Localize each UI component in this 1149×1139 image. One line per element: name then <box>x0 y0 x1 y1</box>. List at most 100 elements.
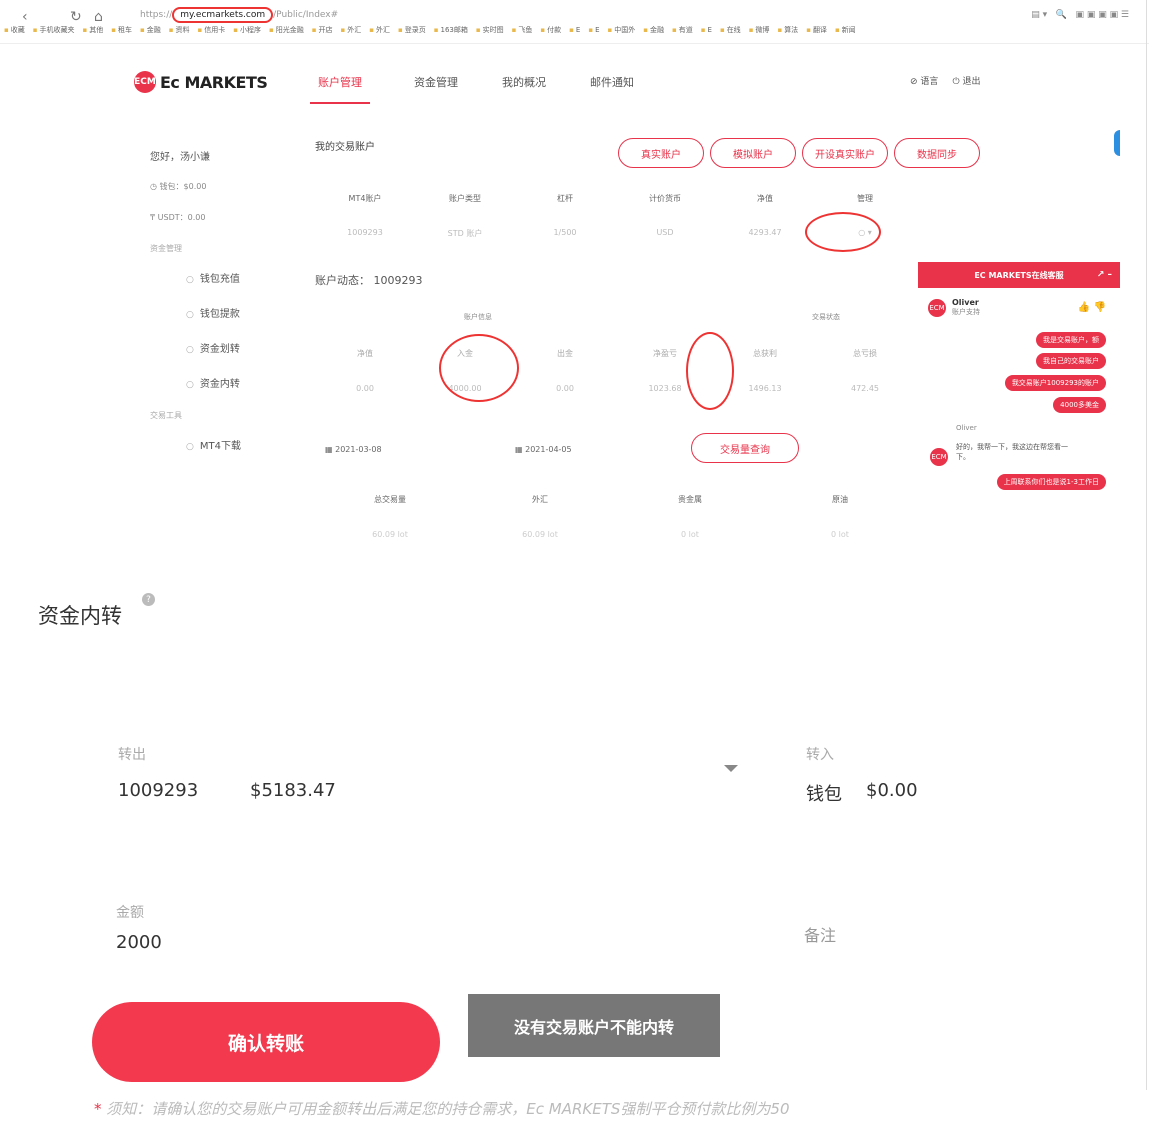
chat-message: 我自己的交易账户 <box>1036 353 1106 369</box>
group-trade-status: 交易状态 <box>812 313 840 321</box>
bookmark-item[interactable]: 租车 <box>111 26 132 34</box>
nav-email-notice[interactable]: 邮件通知 <box>590 74 634 104</box>
bookmark-item[interactable]: 实时图 <box>476 26 504 34</box>
annotation-circle <box>686 332 734 410</box>
chat-agent: ECM Oliver 账户支持 <box>928 298 980 317</box>
logout-button[interactable]: ⏻ 退出 <box>952 74 980 87</box>
bookmark-item[interactable]: 在线 <box>720 26 741 34</box>
account-equity: 4293.47 <box>748 228 782 237</box>
back-icon[interactable]: ‹ <box>22 8 28 26</box>
help-icon[interactable]: ? <box>142 593 155 606</box>
main-nav: 账户管理 资金管理 我的概况 邮件通知 <box>310 74 634 104</box>
from-account[interactable]: 1009293 <box>118 780 198 801</box>
from-amount: $5183.47 <box>250 780 336 801</box>
reload-icon[interactable]: ↻ <box>70 8 82 26</box>
bookmark-item[interactable]: 有道 <box>672 26 693 34</box>
bookmark-item[interactable]: 外汇 <box>369 26 390 34</box>
bookmark-item[interactable]: 阳光金融 <box>269 26 304 34</box>
bookmark-item[interactable]: 信用卡 <box>198 26 226 34</box>
bookmark-item[interactable]: 新闻 <box>835 26 856 34</box>
calendar-icon: ▦ <box>325 445 333 454</box>
chevron-down-icon[interactable] <box>724 765 738 772</box>
nav-account-management[interactable]: 账户管理 <box>310 74 370 104</box>
bookmark-item[interactable]: 金融 <box>140 26 161 34</box>
usdt-icon: ₸ <box>150 213 156 222</box>
header-actions: ⊘ 语言 ⏻ 退出 <box>910 74 980 87</box>
amount-input[interactable]: 2000 <box>116 932 162 953</box>
wallet-icon: ◷ <box>150 182 157 191</box>
chat-message: 我是交易账户，额 <box>1036 332 1106 348</box>
bookmark-item[interactable]: 手机收藏夹 <box>33 26 75 34</box>
power-icon: ⏻ <box>952 77 960 87</box>
note-input[interactable]: 备注 <box>804 922 836 946</box>
bookmark-item[interactable]: 163邮箱 <box>434 26 468 34</box>
agent-avatar: ECM <box>928 298 946 317</box>
group-account-info: 账户信息 <box>464 313 492 321</box>
sidebar-item-fund-transfer[interactable]: 资金划转 <box>186 340 280 355</box>
to-account[interactable]: 钱包 <box>806 780 842 806</box>
nav-fund-management[interactable]: 资金管理 <box>414 74 458 104</box>
sidebar-item-internal-transfer[interactable]: 资金内转 <box>186 375 280 390</box>
trading-accounts-panel: 我的交易账户 真实账户 模拟账户 开设真实账户 数据同步 MT4账户 账户类型 … <box>315 138 980 238</box>
bookmark-item[interactable]: E <box>569 26 580 34</box>
sidebar-item-mt4-download[interactable]: MT4下载 <box>186 437 280 452</box>
bookmark-item[interactable]: 小程序 <box>233 26 261 34</box>
bookmark-item[interactable]: 登录页 <box>398 26 426 34</box>
no-account-disabled-button[interactable]: 没有交易账户不能内转 <box>468 994 720 1057</box>
bookmark-item[interactable]: 付款 <box>540 26 561 34</box>
browser-extensions[interactable]: ▤ ▾ 🔍 ▣ ▣ ▣ ▣ ☰ <box>1031 10 1129 20</box>
open-real-account-button[interactable]: 开设真实账户 <box>802 138 888 168</box>
date-to-field[interactable]: ▦ 2021-04-05 <box>515 445 572 454</box>
demo-account-button[interactable]: 模拟账户 <box>710 138 796 168</box>
bookmark-item[interactable]: 其他 <box>83 26 104 34</box>
language-button[interactable]: ⊘ 语言 <box>910 74 938 87</box>
brand-logo[interactable]: ECM Ec MARKETS <box>134 70 268 94</box>
annotation-circle <box>439 334 519 402</box>
brand-name: Ec MARKETS <box>160 72 268 92</box>
transfer-notice: * 须知：请确认您的交易账户可用金额转出后满足您的持仓需求，Ec MARKETS… <box>94 1100 790 1118</box>
bookmark-item[interactable]: 翻译 <box>806 26 827 34</box>
amount-label: 金额 <box>116 905 144 921</box>
bookmark-item[interactable]: 收藏 <box>4 26 25 34</box>
address-bar[interactable]: https://my.ecmarkets.com/Public/Index# <box>140 7 338 23</box>
confirm-transfer-button[interactable]: 确认转账 <box>92 1002 440 1082</box>
side-tab[interactable] <box>1114 130 1120 156</box>
thumbs-icons[interactable]: 👍 👎 <box>1078 302 1106 313</box>
bookmark-item[interactable]: 金融 <box>643 26 664 34</box>
chat-window-controls[interactable]: ↗ – <box>1097 270 1112 280</box>
real-account-button[interactable]: 真实账户 <box>618 138 704 168</box>
browser-toolbar: ‹ ↻ ⌂ https://my.ecmarkets.com/Public/In… <box>0 0 1149 44</box>
sidebar-item-wallet-deposit[interactable]: 钱包充值 <box>186 270 280 285</box>
home-icon[interactable]: ⌂ <box>94 8 103 26</box>
accounts-table-header: MT4账户 账户类型 杠杆 计价货币 净值 管理 <box>348 194 873 203</box>
sidebar: 您好，汤小谦 ◷ 钱包：$0.00 ₸ USDT：0.00 资金管理 钱包充值 … <box>150 148 280 472</box>
chat-message: 我交易账户1009293的账户 <box>1004 375 1106 391</box>
bookmark-item[interactable]: 微博 <box>749 26 770 34</box>
nav-my-overview[interactable]: 我的概况 <box>502 74 546 104</box>
sidebar-section-funds: 资金管理 <box>150 244 182 253</box>
globe-icon: ⊘ <box>910 77 918 87</box>
logo-icon: ECM <box>134 71 156 93</box>
chat-agent-reply: 好的，我帮一下，我这边在帮您看一下。 <box>956 443 1068 461</box>
bookmark-item[interactable]: 资料 <box>169 26 190 34</box>
chat-header: EC MARKETS在线客服 ↗ – <box>918 262 1120 288</box>
bookmark-item[interactable]: 开店 <box>312 26 333 34</box>
to-label: 转入 <box>806 747 834 763</box>
bookmark-item[interactable]: E <box>588 26 599 34</box>
bookmark-item[interactable]: E <box>701 26 712 34</box>
bookmark-item[interactable]: 飞鱼 <box>512 26 533 34</box>
bookmark-item[interactable]: 中国外 <box>608 26 636 34</box>
data-sync-button[interactable]: 数据同步 <box>894 138 980 168</box>
chat-widget: EC MARKETS在线客服 ↗ – ECM Oliver 账户支持 👍 👎 我… <box>918 262 1120 552</box>
date-from-field[interactable]: ▦ 2021-03-08 <box>325 445 382 454</box>
wallet-balance: ◷ 钱包：$0.00 <box>150 182 207 191</box>
bookmark-item[interactable]: 外汇 <box>341 26 362 34</box>
site-header: ECM Ec MARKETS 账户管理 资金管理 我的概况 邮件通知 ⊘ 语言 … <box>120 62 1020 106</box>
bookmark-item[interactable]: 算法 <box>777 26 798 34</box>
sidebar-item-wallet-withdraw[interactable]: 钱包提款 <box>186 305 280 320</box>
bookmarks-bar[interactable]: 收藏手机收藏夹其他租车金融资料信用卡小程序阳光金融开店外汇外汇登录页163邮箱实… <box>4 25 1144 39</box>
annotation-circle <box>805 212 881 252</box>
chat-message: 上周联系你们也是说1-3工作日 <box>996 474 1106 490</box>
calendar-icon: ▦ <box>515 445 523 454</box>
volume-query-button[interactable]: 交易量查询 <box>691 433 799 463</box>
